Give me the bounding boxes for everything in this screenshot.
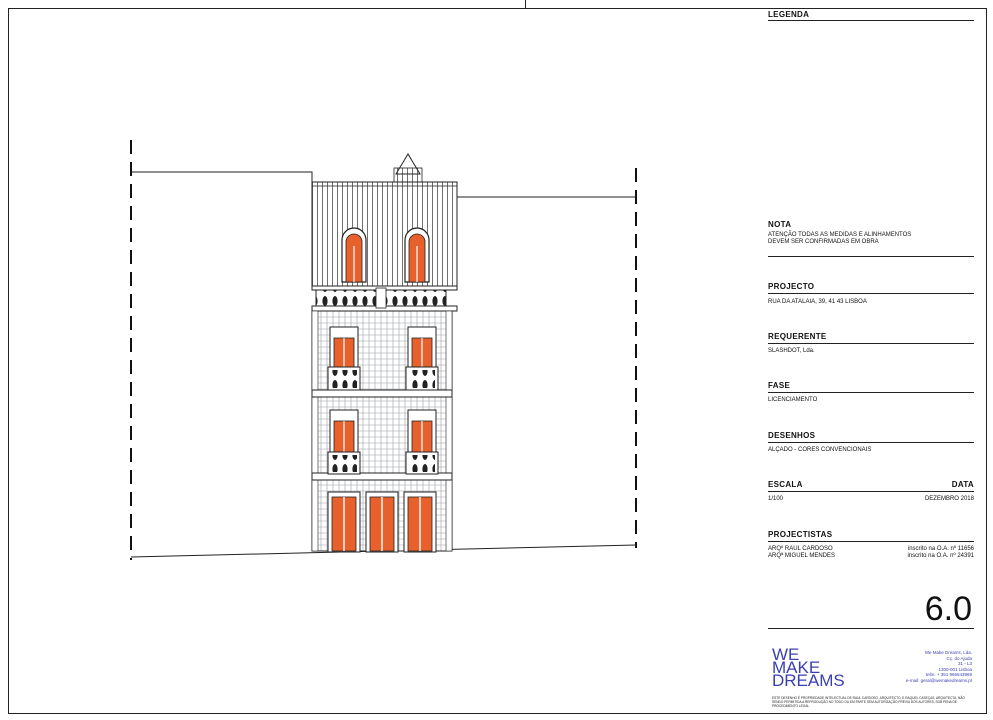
requerente-value: SLASHDOT, Lda. [768, 348, 815, 354]
divider [768, 442, 974, 443]
ground-door-right [403, 491, 437, 553]
escala-values: 1/100 DEZEMBRO 2018 [768, 496, 974, 503]
dormer-window-left [341, 227, 367, 283]
ground-door-left [327, 491, 361, 553]
divider [768, 293, 974, 294]
fase-title: FASE [768, 381, 791, 390]
divider [768, 491, 974, 492]
nota-title: NOTA [768, 220, 792, 229]
projectista-row: ARQª MIGUEL MENDES inscrito na O.A. nº 2… [768, 553, 974, 560]
floor-band-1 [311, 389, 453, 398]
left-neighbour-outline [131, 171, 313, 185]
projectista-name: ARQª MIGUEL MENDES [768, 553, 836, 559]
nota-text-1: ATENÇÃO TODAS AS MEDIDAS E ALINHAMENTOS [768, 232, 912, 238]
sheet-number: 6.0 [924, 590, 972, 628]
projecto-title: PROJECTO [768, 282, 815, 291]
window-2-right [405, 409, 439, 475]
escala-title: ESCALA [768, 480, 803, 489]
title-block: LEGENDA NOTA ATENÇÃO TODAS AS MEDIDAS E … [768, 10, 974, 710]
fase-value: LICENCIAMENTO [768, 397, 818, 403]
copyright-disclaimer: ESTE DESENHO É PROPRIEDADE INTELECTUAL D… [772, 696, 965, 708]
divider [768, 256, 974, 257]
projectista-reg: inscrito na O.A. nº 11656 [907, 546, 974, 552]
requerente-section: REQUERENTE [768, 332, 974, 341]
divider [768, 392, 974, 393]
ground-door-center [365, 491, 399, 553]
fase-section: FASE [768, 381, 974, 390]
projectistas-section: PROJECTISTAS [768, 530, 974, 539]
company-logo: WE MAKE DREAMS [772, 646, 845, 690]
company-address: We Make Dreams, Lda. Cç. do Ajuda 31 - L… [882, 650, 972, 684]
nota-text-2: DEVEM SER CONFIRMADAS EM OBRA [768, 239, 879, 245]
legenda-section: LEGENDA [768, 10, 974, 19]
projecto-section: PROJECTO [768, 282, 974, 291]
logo-line-3: DREAMS [772, 671, 845, 690]
mansard-roof [311, 181, 458, 291]
projectista-row: ARQº RAUL CARDOSO inscrito na O.A. nº 11… [768, 546, 974, 553]
divider [768, 628, 974, 629]
projectistas-list: ARQº RAUL CARDOSO inscrito na O.A. nº 11… [768, 546, 974, 560]
window-2-left [327, 409, 361, 475]
data-title: DATA [951, 480, 974, 489]
data-value: DEZEMBRO 2018 [924, 496, 974, 502]
divider [768, 541, 974, 542]
projectistas-title: PROJECTISTAS [768, 530, 833, 539]
address-line: e-mail: geral@wemakedreams.pt [905, 677, 972, 683]
window-1-left [327, 326, 361, 391]
requerente-title: REQUERENTE [768, 332, 827, 341]
dormer-window-right [404, 227, 430, 283]
escala-section: ESCALA DATA [768, 480, 974, 489]
escala-value: 1/100 [768, 496, 784, 502]
window-1-right [405, 326, 439, 391]
facade-elevation-drawing [130, 140, 637, 560]
projectista-name: ARQº RAUL CARDOSO [768, 546, 833, 552]
divider [768, 20, 974, 21]
desenhos-title: DESENHOS [768, 431, 816, 440]
desenhos-section: DESENHOS [768, 431, 974, 440]
sheet-top-mark [525, 0, 526, 8]
desenhos-value: ALÇADO - CORES CONVENCIONAIS [768, 447, 872, 453]
projectista-reg: inscrito na O.A. nº 24391 [907, 553, 974, 559]
projecto-value: RUA DA ATALAIA, 39, 41 43 LISBOA [768, 299, 867, 305]
nota-section: NOTA ATENÇÃO TODAS AS MEDIDAS E ALINHAME… [768, 220, 974, 246]
divider [768, 343, 974, 344]
legenda-title: LEGENDA [768, 10, 810, 19]
